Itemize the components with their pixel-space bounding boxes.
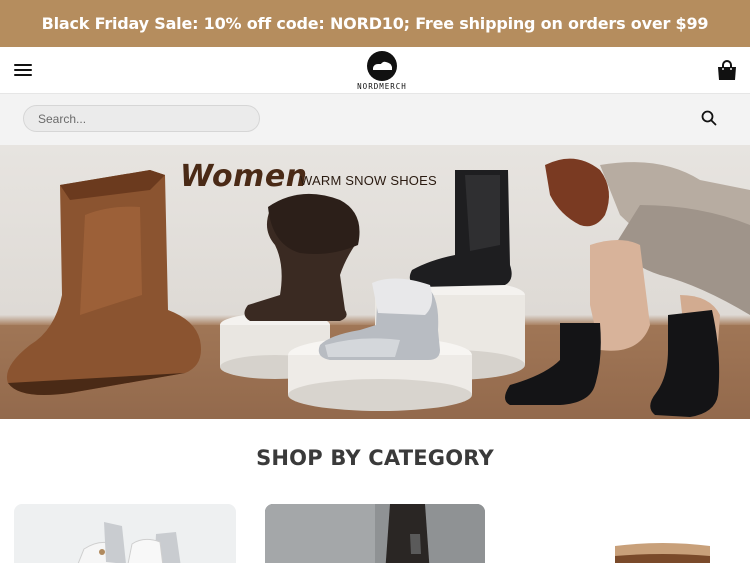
search-bar bbox=[0, 94, 750, 145]
category-card[interactable] bbox=[265, 504, 485, 563]
hamburger-menu-icon[interactable] bbox=[14, 63, 34, 79]
category-image bbox=[77, 522, 181, 563]
shop-by-category-heading: SHOP BY CATEGORY bbox=[256, 446, 494, 470]
promo-banner[interactable]: Black Friday Sale: 10% off code: NORD10;… bbox=[0, 0, 750, 47]
category-image bbox=[265, 504, 485, 563]
site-header: NORDMERCH bbox=[0, 47, 750, 94]
logo-text: NORDMERCH bbox=[357, 82, 407, 91]
promo-text: Black Friday Sale: 10% off code: NORD10;… bbox=[41, 14, 709, 33]
category-image bbox=[615, 543, 710, 563]
logo-emblem bbox=[367, 51, 397, 81]
hero-subtitle: WARM SNOW SHOES bbox=[300, 173, 437, 188]
site-logo[interactable]: NORDMERCH bbox=[350, 50, 414, 92]
search-input[interactable] bbox=[23, 105, 260, 132]
hero-title: Women bbox=[180, 159, 308, 194]
category-card[interactable] bbox=[14, 504, 236, 563]
shopping-bag-icon[interactable] bbox=[716, 60, 738, 82]
hero-banner[interactable]: Women WARM SNOW SHOES bbox=[0, 145, 750, 419]
category-card[interactable] bbox=[515, 504, 737, 563]
search-icon[interactable] bbox=[700, 109, 718, 127]
